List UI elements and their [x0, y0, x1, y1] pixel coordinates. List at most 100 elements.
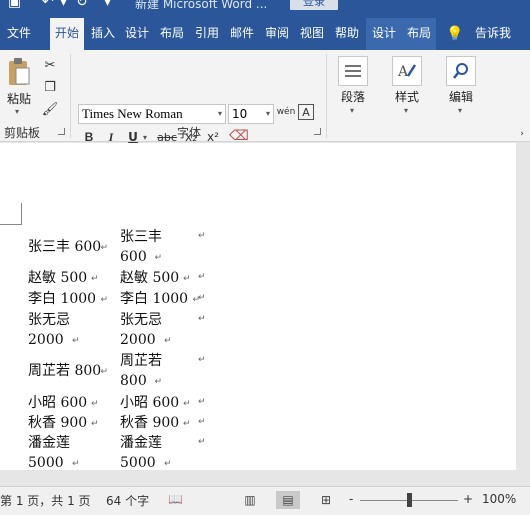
table-cell-text[interactable]: 小昭 600	[28, 393, 87, 413]
table-cell-text[interactable]: 赵敏 500	[28, 268, 87, 288]
paragraph-mark-icon: ↵	[72, 336, 80, 346]
paragraph-mark-icon: ↵	[100, 367, 109, 377]
table-cell-text[interactable]: 张三丰	[120, 227, 162, 247]
paste-label[interactable]: 粘贴	[4, 90, 34, 107]
zoom-slider-thumb[interactable]	[407, 493, 412, 507]
phonetic-guide-icon: wén	[276, 107, 296, 117]
paste-button[interactable]	[6, 56, 32, 88]
tab-mailings[interactable]: 邮件	[225, 18, 259, 50]
table-cell-text[interactable]: 潘金莲	[28, 433, 70, 453]
tab-design[interactable]: 设计	[120, 18, 154, 50]
undo-icon[interactable]: ↶	[42, 0, 54, 10]
tab-references[interactable]: 引用	[190, 18, 224, 50]
zoom-out-button[interactable]: -	[349, 492, 353, 506]
undo-dropdown-icon[interactable]: ▾	[60, 0, 67, 10]
paragraph-mark-icon: ↵	[164, 336, 172, 346]
row-end-mark-icon: ↵	[198, 355, 206, 365]
styles-dropdown-icon[interactable]: ▾	[404, 106, 408, 115]
paragraph-dropdown-icon[interactable]: ▾	[350, 106, 354, 115]
tab-view[interactable]: 视图	[295, 18, 329, 50]
table-cell-text[interactable]: 周芷若 800	[28, 361, 101, 381]
chevron-down-icon[interactable]: ▾	[266, 105, 270, 123]
ribbon-scroll-right-icon[interactable]: ›	[516, 128, 528, 140]
tab-layout[interactable]: 布局	[155, 18, 189, 50]
row-end-mark-icon: ↵	[198, 272, 206, 282]
font-name-select[interactable]: Times New Roman ▾	[78, 104, 226, 124]
char-border-button[interactable]: A	[298, 104, 314, 120]
customize-quick-access-icon[interactable]: ▾	[104, 0, 111, 10]
paste-icon	[9, 58, 30, 85]
document-page[interactable]: 张三丰 600 ↵ 张三丰 600 ↵ ↵ 赵敏 500 ↵ 赵敏 500 ↵ ↵ 李白 1000 ↵ 李…	[0, 143, 516, 470]
web-layout-icon[interactable]: ⊞	[314, 491, 338, 509]
copy-icon[interactable]: ❐	[40, 78, 60, 96]
read-mode-icon[interactable]: ▥	[238, 491, 262, 509]
horizontal-scrollbar[interactable]	[0, 470, 516, 486]
paste-dropdown-icon[interactable]: ▾	[15, 107, 19, 116]
row-end-mark-icon: ↵	[198, 231, 206, 241]
table-cell-text[interactable]: 2000	[28, 330, 64, 350]
tab-file[interactable]: 文件	[0, 18, 38, 50]
table-cell-text[interactable]: 张无忌	[120, 310, 162, 330]
paragraph-mark-icon: ↵	[91, 274, 99, 284]
table-cell-text[interactable]: 600	[120, 247, 147, 267]
table-cell-text[interactable]: 5000	[120, 453, 156, 470]
document-title: 新建 Microsoft Word ...	[135, 0, 268, 11]
tab-help[interactable]: 帮助	[330, 18, 364, 50]
editing-dropdown-icon[interactable]: ▾	[458, 106, 462, 115]
font-group-label: 字体	[177, 126, 202, 140]
font-size-select[interactable]: 10 ▾	[228, 104, 274, 124]
table-cell-text[interactable]: 李白 1000	[120, 289, 188, 309]
paragraph-label[interactable]: 段落	[336, 88, 370, 105]
table-cell-text[interactable]: 李白 1000	[28, 289, 96, 309]
tab-table-layout[interactable]: 布局	[402, 18, 436, 50]
login-button[interactable]: 登录	[290, 0, 338, 10]
paragraph-mark-icon: ↵	[164, 459, 172, 469]
document-area: 张三丰 600 ↵ 张三丰 600 ↵ ↵ 赵敏 500 ↵ 赵敏 500 ↵ ↵ 李白 1000 ↵ 李…	[0, 143, 530, 486]
print-layout-icon[interactable]: ▤	[276, 491, 300, 509]
tab-table-design[interactable]: 设计	[366, 18, 402, 50]
table-cell-text[interactable]: 赵敏 500	[120, 268, 179, 288]
table-cell-text[interactable]: 周芷若	[120, 351, 162, 371]
table-cell-text[interactable]: 潘金莲	[120, 433, 162, 453]
row-end-mark-icon: ↵	[198, 437, 206, 447]
lightbulb-icon: 💡	[446, 26, 464, 42]
table-cell-text[interactable]: 小昭 600	[120, 393, 179, 413]
paragraph-mark-icon: ↵	[154, 377, 163, 387]
tell-me-search[interactable]: 告诉我	[470, 18, 516, 50]
page-count[interactable]: 第 1 页，共 1 页	[0, 492, 91, 509]
cut-icon[interactable]: ✂	[40, 56, 60, 74]
font-launcher-icon[interactable]	[314, 128, 321, 135]
table-cell-text[interactable]: 800	[120, 371, 147, 391]
table-cell-text[interactable]: 2000	[120, 330, 156, 350]
format-painter-icon[interactable]: 🖌	[40, 100, 60, 118]
styles-label[interactable]: 样式	[390, 88, 424, 105]
vertical-scrollbar[interactable]	[516, 143, 530, 486]
tab-insert[interactable]: 插入	[86, 18, 120, 50]
svg-text:A: A	[397, 64, 409, 80]
zoom-level[interactable]: 100%	[482, 492, 516, 506]
table-cell-text[interactable]: 张无忌	[28, 310, 70, 330]
table-cell-text[interactable]: 5000	[28, 453, 64, 470]
editing-button[interactable]	[446, 56, 476, 86]
redo-icon[interactable]: ↻	[76, 0, 88, 10]
save-icon[interactable]: ▣	[8, 0, 21, 10]
phonetic-guide-button[interactable]: wén	[276, 102, 296, 122]
paragraph-button[interactable]	[338, 56, 368, 86]
table-cell-text[interactable]: 张三丰 600	[28, 237, 101, 257]
editing-label[interactable]: 编辑	[444, 88, 478, 105]
styles-button[interactable]: A	[392, 56, 422, 86]
table-cell-text[interactable]: 秋香 900	[28, 413, 87, 433]
proofing-icon[interactable]: 📖	[168, 492, 183, 506]
tab-home[interactable]: 开始	[50, 18, 84, 50]
clipboard-group-label: 剪贴板	[4, 126, 41, 140]
zoom-in-button[interactable]: +	[463, 492, 473, 506]
chevron-down-icon[interactable]: ▾	[218, 105, 222, 123]
paragraph-mark-icon: ↵	[183, 274, 191, 284]
clipboard-launcher-icon[interactable]	[58, 128, 65, 135]
table-cell-text[interactable]: 秋香 900	[120, 413, 179, 433]
paragraph-mark-icon: ↵	[100, 243, 109, 253]
group-separator	[70, 54, 71, 138]
tab-review[interactable]: 审阅	[260, 18, 294, 50]
word-count[interactable]: 64 个字	[106, 492, 149, 509]
underline-dropdown-icon[interactable]: ▾	[143, 133, 147, 142]
